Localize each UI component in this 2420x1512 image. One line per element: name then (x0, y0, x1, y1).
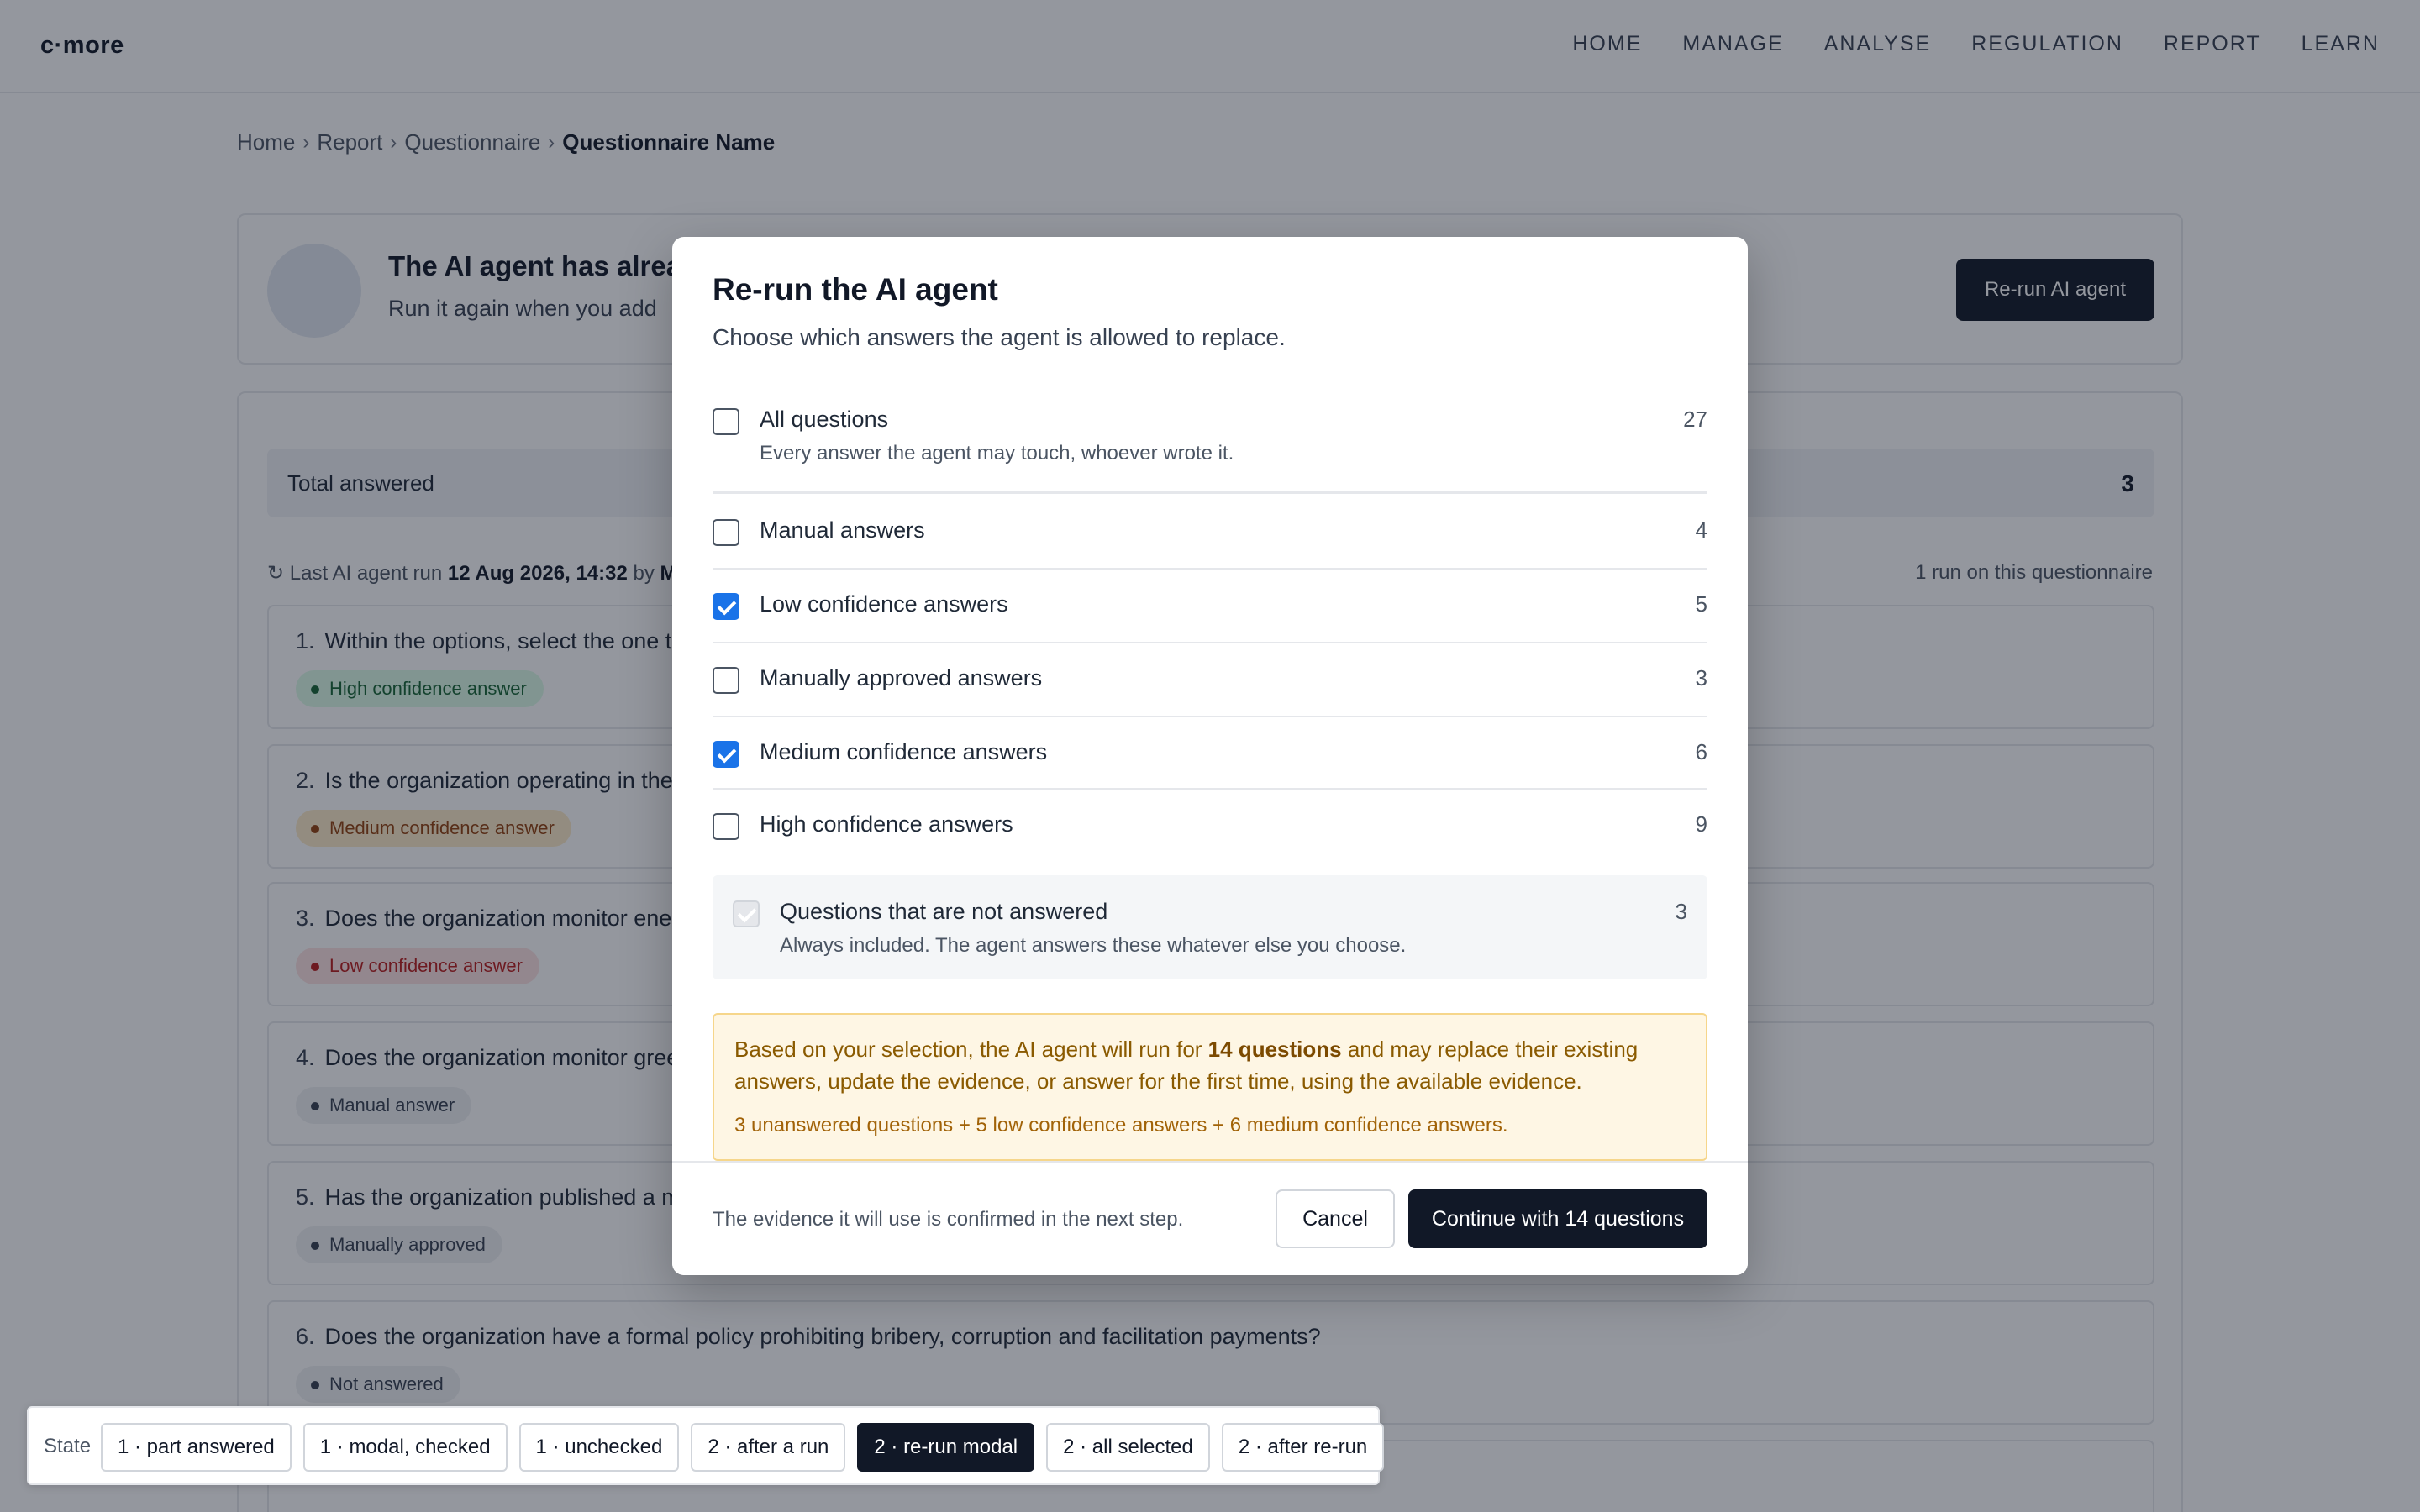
divider (713, 491, 1707, 494)
checkbox-manually-approved[interactable] (713, 667, 739, 694)
option-label: High confidence answers (760, 811, 1013, 837)
footer-hint: The evidence it will use is confirmed in… (713, 1208, 1184, 1231)
rerun-agent-modal: Re-run the AI agent Choose which answers… (672, 237, 1748, 1275)
modal-footer: The evidence it will use is confirmed in… (672, 1161, 1748, 1275)
option-label: Low confidence answers (760, 591, 1008, 617)
state-chip[interactable]: 1 · part answered (101, 1423, 292, 1472)
option-manual-answers[interactable]: Manual answers 4 (713, 516, 1707, 549)
checkbox-medium-confidence[interactable] (713, 741, 739, 768)
state-switcher: State 1 · part answered 1 · modal, check… (27, 1406, 1385, 1485)
option-not-answered-row: Questions that are not answered Always i… (733, 897, 1687, 964)
continue-button[interactable]: Continue with 14 questions (1408, 1189, 1707, 1248)
state-chip-active[interactable]: 2 · re-run modal (857, 1423, 1035, 1472)
option-label: Medium confidence answers (760, 739, 1048, 764)
option-description: Always included. The agent answers these… (780, 934, 1407, 957)
divider (713, 788, 1707, 790)
state-chip[interactable]: 2 · after re-run (1221, 1423, 1385, 1472)
option-medium-confidence[interactable]: Medium confidence answers 6 (713, 738, 1707, 771)
option-manually-approved[interactable]: Manually approved answers 3 (713, 664, 1707, 697)
option-count: 6 (1695, 739, 1707, 764)
checkbox-all-questions[interactable] (713, 408, 739, 435)
state-chip[interactable]: 2 · all selected (1046, 1423, 1210, 1472)
option-label: Questions that are not answered (780, 899, 1108, 924)
checkbox-low-confidence[interactable] (713, 593, 739, 620)
option-count: 27 (1683, 407, 1707, 432)
modal-subtitle: Choose which answers the agent is allowe… (713, 324, 1286, 350)
option-count: 5 (1695, 591, 1707, 617)
option-description: Every answer the agent may touch, whoeve… (760, 442, 1234, 465)
state-chip[interactable]: 1 · unchecked (518, 1423, 680, 1472)
state-chip[interactable]: 1 · modal, checked (302, 1423, 508, 1472)
notice-text-before: Based on your selection, the AI agent wi… (734, 1037, 1208, 1062)
option-label: All questions (760, 407, 889, 432)
divider (713, 568, 1707, 570)
checkbox-high-confidence[interactable] (713, 813, 739, 840)
selection-summary-notice: Based on your selection, the AI agent wi… (713, 1013, 1707, 1161)
option-label: Manual answers (760, 517, 925, 543)
divider (713, 642, 1707, 643)
checkbox-not-answered-disabled (733, 900, 760, 927)
option-all-questions[interactable]: All questions Every answer the agent may… (713, 405, 1707, 465)
notice-breakdown: 3 unanswered questions + 5 low confidenc… (734, 1114, 1508, 1137)
state-label: State (44, 1435, 92, 1457)
checkbox-manual-answers[interactable] (713, 519, 739, 546)
state-chips: 1 · part answered 1 · modal, checked 1 ·… (101, 1423, 1385, 1472)
modal-title: Re-run the AI agent (713, 272, 998, 307)
notice-text: Based on your selection, the AI agent wi… (734, 1033, 1676, 1097)
option-high-confidence[interactable]: High confidence answers 9 (713, 810, 1707, 843)
option-label: Manually approved answers (760, 665, 1043, 690)
option-count: 3 (1695, 665, 1707, 690)
option-count: 3 (1675, 899, 1687, 924)
cancel-button[interactable]: Cancel (1276, 1189, 1395, 1248)
option-count: 4 (1695, 517, 1707, 543)
option-low-confidence[interactable]: Low confidence answers 5 (713, 590, 1707, 623)
option-count: 9 (1695, 811, 1707, 837)
notice-question-count: 14 questions (1207, 1037, 1342, 1062)
state-chip[interactable]: 2 · after a run (691, 1423, 846, 1472)
divider (713, 716, 1707, 717)
option-not-answered: Questions that are not answered Always i… (713, 875, 1707, 979)
